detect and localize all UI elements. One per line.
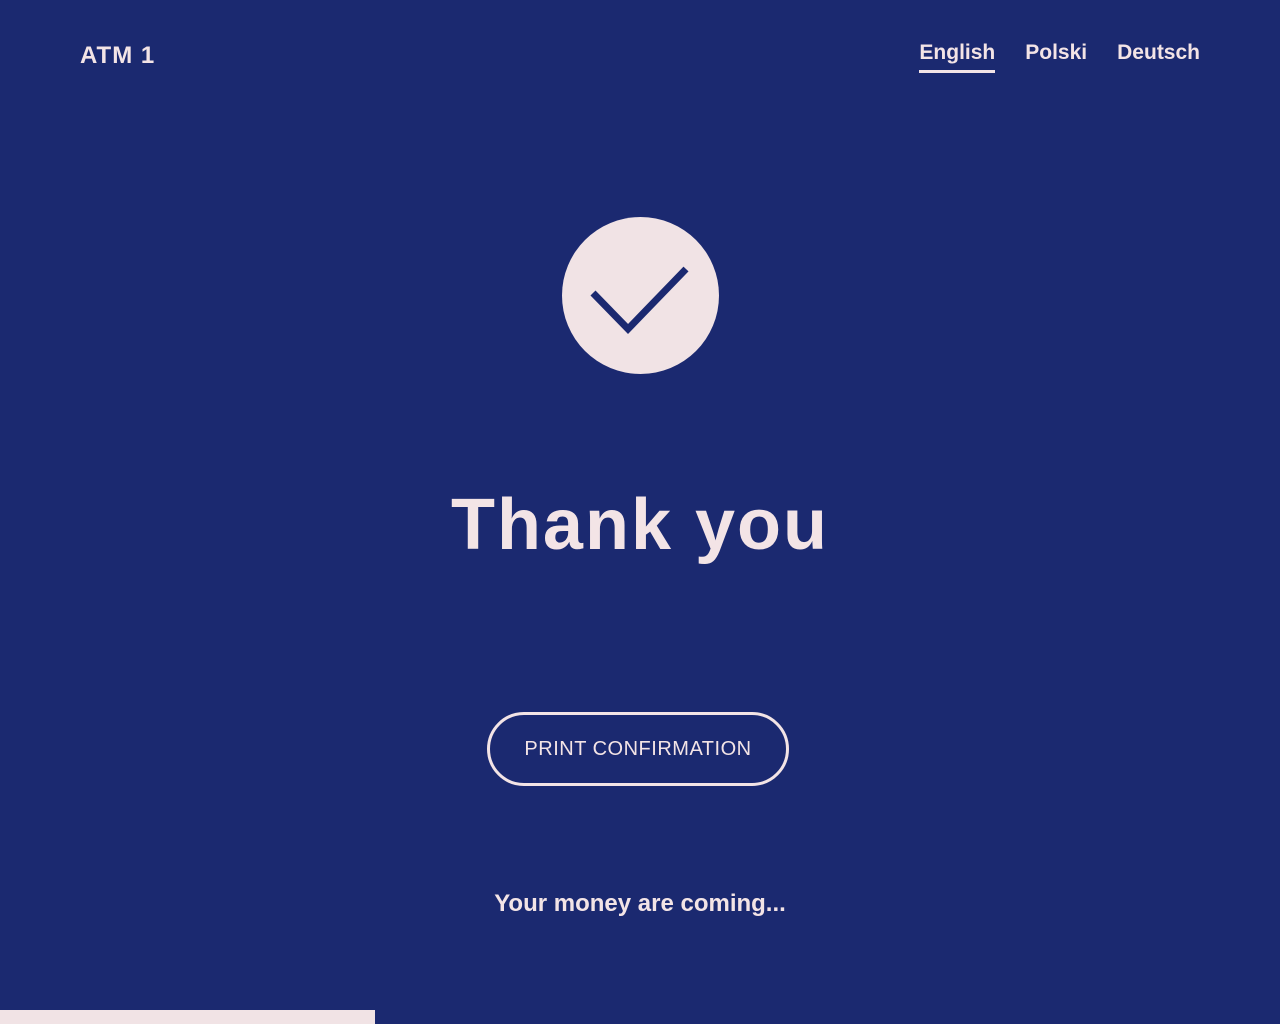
print-confirmation-button[interactable]: PRINT CONFIRMATION <box>487 712 789 786</box>
success-badge <box>562 217 719 374</box>
language-polski[interactable]: Polski <box>1025 40 1087 73</box>
checkmark-icon <box>590 266 689 335</box>
atm-name: ATM 1 <box>80 42 156 69</box>
language-selector: English Polski Deutsch <box>919 40 1200 73</box>
progress-bar <box>0 1010 375 1024</box>
money-status-message: Your money are coming... <box>494 890 786 917</box>
language-deutsch[interactable]: Deutsch <box>1117 40 1200 73</box>
language-english[interactable]: English <box>919 40 996 73</box>
thank-you-title: Thank you <box>450 485 830 565</box>
